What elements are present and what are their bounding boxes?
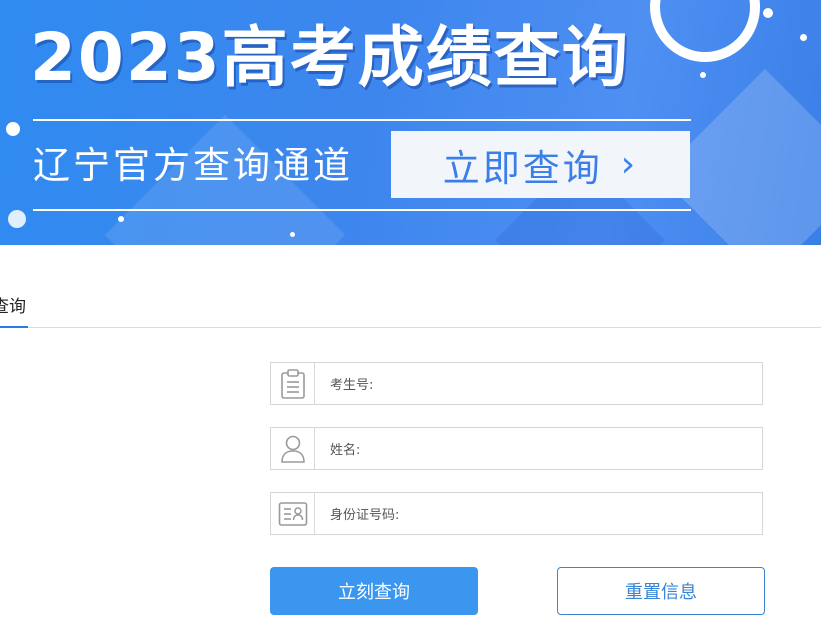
tab-bar: 查询 [0, 290, 821, 328]
submit-query-button[interactable]: 立刻查询 [270, 567, 478, 615]
name-label: 姓名: [330, 443, 361, 458]
banner-dot [8, 210, 26, 228]
tab-query[interactable]: 查询 [0, 294, 28, 328]
banner-dot [700, 72, 706, 78]
id-card-icon [271, 493, 315, 534]
hero-banner: 2023高考成绩查询 辽宁官方查询通道 立即查询 › [0, 0, 821, 245]
candidate-number-field[interactable]: 考生号: [270, 362, 763, 405]
banner-dot [290, 232, 295, 237]
clipboard-icon [271, 363, 315, 404]
banner-dot [6, 122, 20, 136]
banner-query-now-button[interactable]: 立即查询 › [391, 131, 690, 198]
banner-divider [33, 209, 691, 211]
candidate-number-input[interactable] [373, 363, 762, 404]
banner-subtitle: 辽宁官方查询通道 [33, 144, 353, 187]
id-number-label: 身份证号码: [330, 508, 400, 523]
chevron-right-icon: › [620, 144, 639, 185]
banner-dot [118, 216, 124, 222]
id-number-field[interactable]: 身份证号码: [270, 492, 763, 535]
banner-dot [800, 34, 807, 41]
banner-divider [33, 119, 691, 121]
id-number-input[interactable] [399, 493, 762, 534]
banner-ring-decoration [650, 0, 760, 62]
name-field[interactable]: 姓名: [270, 427, 763, 470]
banner-title: 2023高考成绩查询 [30, 19, 630, 96]
banner-cta-label: 立即查询 [442, 146, 603, 190]
banner-dot [763, 8, 773, 18]
user-icon [271, 428, 315, 469]
reset-info-button[interactable]: 重置信息 [557, 567, 765, 615]
name-input[interactable] [360, 428, 762, 469]
candidate-number-label: 考生号: [330, 378, 374, 393]
